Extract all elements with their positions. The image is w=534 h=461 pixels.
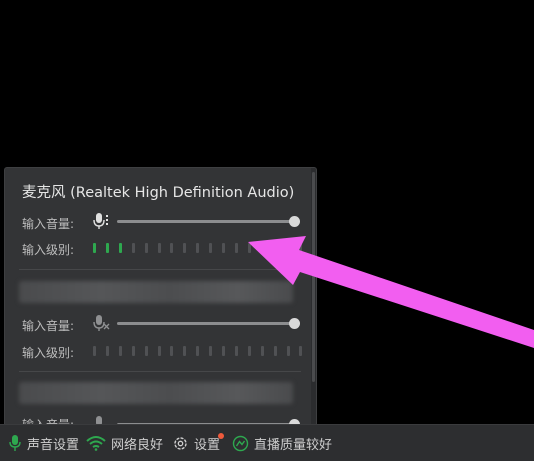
stream-quality-status[interactable]: 直播质量较好 [232, 425, 332, 461]
level-segment [196, 346, 200, 356]
sound-settings-label: 声音设置 [27, 437, 80, 453]
input-volume-slider-knob[interactable] [289, 216, 300, 227]
blurred-device-name [19, 382, 293, 404]
input-level-meter [93, 243, 303, 255]
level-segment [105, 243, 109, 253]
level-segment [157, 243, 161, 253]
input-volume-slider[interactable] [117, 322, 295, 325]
level-segment [144, 243, 148, 253]
level-segment [299, 346, 303, 356]
level-segment [234, 243, 238, 253]
level-segment [260, 243, 264, 253]
blurred-device-name [19, 281, 293, 303]
level-segment [286, 346, 290, 356]
microphone-popup-panel: 麦克风 (Realtek High Definition Audio) 输入音量… [4, 167, 317, 425]
settings-button[interactable]: 设置 [172, 425, 220, 461]
level-segment [93, 243, 96, 253]
level-segment [131, 243, 135, 253]
level-segment [234, 346, 238, 356]
level-segment [222, 346, 225, 356]
level-segment [196, 243, 200, 253]
bottom-status-bar: 声音设置 网络良好 设置 直播质量较好 [0, 424, 534, 461]
level-segment [299, 243, 303, 253]
level-segment [131, 346, 135, 356]
level-segment [170, 346, 174, 356]
divider [19, 269, 301, 270]
level-segment [118, 243, 122, 253]
level-segment [183, 346, 187, 356]
level-segment [247, 243, 251, 253]
notification-dot [218, 433, 224, 439]
level-segment [247, 346, 251, 356]
level-segment [93, 346, 96, 356]
microphone-icon [9, 435, 21, 451]
input-volume-slider[interactable] [117, 220, 295, 223]
stream-quality-label: 直播质量较好 [254, 437, 333, 453]
wifi-icon [86, 436, 106, 451]
level-segment [170, 243, 174, 253]
input-volume-label: 输入音量: [22, 319, 75, 333]
settings-label: 设置 [194, 437, 221, 453]
input-level-meter [93, 346, 303, 358]
level-segment [222, 243, 225, 253]
input-level-label: 输入级别: [22, 243, 75, 257]
level-segment [105, 346, 109, 356]
level-segment [209, 243, 213, 253]
level-segment [183, 243, 187, 253]
panel-scrollbar[interactable] [311, 168, 316, 425]
level-segment [273, 243, 277, 253]
scrollbar-thumb[interactable] [312, 172, 315, 382]
level-segment [118, 346, 122, 356]
level-segment [273, 346, 277, 356]
level-segment [286, 243, 290, 253]
level-segment [260, 346, 264, 356]
mic-muted-icon[interactable] [93, 314, 111, 332]
gear-icon [174, 436, 187, 450]
level-segment [144, 346, 148, 356]
network-status-label: 网络良好 [111, 437, 164, 453]
device-title: 麦克风 (Realtek High Definition Audio) [22, 185, 295, 201]
chart-circle-icon [232, 435, 249, 451]
mic-active-icon[interactable] [93, 212, 111, 230]
divider [19, 371, 301, 372]
input-volume-label: 输入音量: [22, 217, 75, 231]
sound-settings-button[interactable]: 声音设置 [8, 425, 79, 461]
level-segment [209, 346, 213, 356]
level-segment [157, 346, 161, 356]
network-status[interactable]: 网络良好 [86, 425, 163, 461]
input-level-label: 输入级别: [22, 346, 75, 360]
input-volume-slider-knob[interactable] [289, 318, 300, 329]
